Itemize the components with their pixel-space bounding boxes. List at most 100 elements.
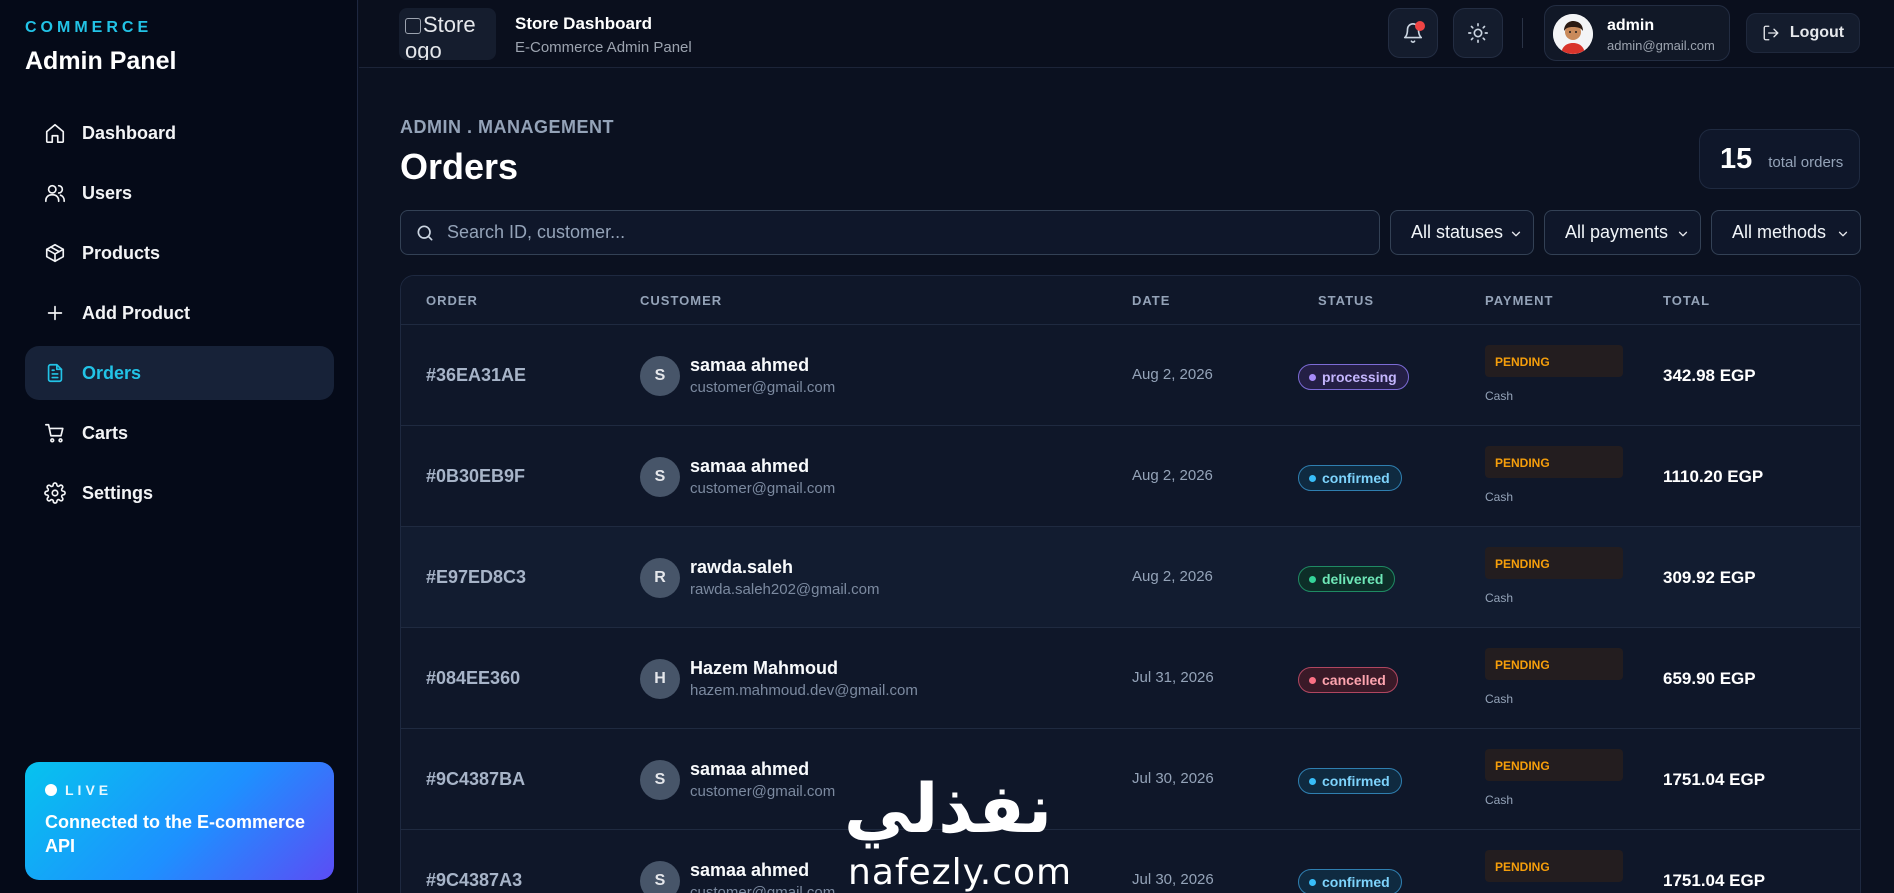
table-row[interactable]: #E97ED8C3 Rrawda.saleh rawda.saleh202@gmai… <box>401 527 1860 628</box>
table-row[interactable]: #0B30EB9F Ssamaa ahmed customer@gmail.com A… <box>401 426 1860 527</box>
status-label: cancelled <box>1322 672 1386 688</box>
customer-name: rawda.saleh <box>690 557 794 577</box>
status-badge: processing <box>1298 364 1409 390</box>
payment-status-badge: PENDING <box>1485 850 1623 882</box>
table-header: ORDER CUSTOMER DATE STATUS PAYMENT TOTAL <box>401 276 1860 325</box>
sidebar-item-carts[interactable]: Carts <box>25 406 334 460</box>
table-row[interactable]: #36EA31AE Ssamaa ahmed customer@gmail.com A… <box>401 325 1860 426</box>
divider <box>1522 18 1523 48</box>
payment-method: Cash <box>1485 389 1514 403</box>
customer-name: samaa ahmed <box>690 456 810 476</box>
payment-method: Cash <box>1485 692 1514 706</box>
payment-filter-select[interactable]: All payments <box>1544 210 1701 255</box>
chevron-down-icon <box>1509 225 1523 239</box>
order-total: 342.98 EGP <box>1663 366 1756 385</box>
customer-name: samaa ahmed <box>690 759 810 779</box>
sidebar-item-settings[interactable]: Settings <box>25 466 334 520</box>
sidebar-item-dashboard[interactable]: Dashboard <box>25 106 334 160</box>
customer-name: samaa ahmed <box>690 355 810 375</box>
column-header-total: TOTAL <box>1663 293 1711 308</box>
notifications-button[interactable] <box>1388 8 1438 58</box>
table-body: #36EA31AE Ssamaa ahmed customer@gmail.com A… <box>401 325 1860 893</box>
payment-filter-value: All payments <box>1565 222 1669 242</box>
status-badge: confirmed <box>1298 465 1402 491</box>
customer-avatar: H <box>640 659 680 699</box>
customer-email: customer@gmail.com <box>690 783 836 800</box>
home-icon <box>44 122 66 144</box>
sun-icon <box>1468 23 1488 43</box>
user-email: admin@gmail.com <box>1607 38 1715 53</box>
sidebar-item-label: Orders <box>82 362 142 383</box>
status-label: confirmed <box>1322 773 1390 789</box>
logout-label: Logout <box>1789 24 1845 41</box>
total-orders-card: 15 total orders <box>1699 129 1860 189</box>
order-date: Jul 30, 2026 <box>1132 871 1214 888</box>
search-input[interactable] <box>447 222 1347 243</box>
box-icon <box>44 242 66 264</box>
order-date: Jul 31, 2026 <box>1132 669 1214 686</box>
status-badge: delivered <box>1298 566 1396 592</box>
status-label: processing <box>1322 369 1397 385</box>
theme-toggle-button[interactable] <box>1453 8 1503 58</box>
avatar <box>1553 14 1593 54</box>
status-dot-icon <box>1309 575 1316 583</box>
status-label: confirmed <box>1322 470 1390 486</box>
order-id[interactable]: #E97ED8C3 <box>426 567 526 588</box>
column-header-order: ORDER <box>426 293 478 308</box>
store-logo: Store ogo <box>399 8 496 60</box>
payment-method: Cash <box>1485 591 1514 605</box>
sidebar-nav: Dashboard Users Products Add Product Ord… <box>25 106 334 526</box>
live-dot-icon <box>45 784 57 796</box>
order-id[interactable]: #36EA31AE <box>426 365 526 386</box>
sidebar-item-users[interactable]: Users <box>25 166 334 220</box>
top-bar: Store ogo Store Dashboard E-Commerce Adm… <box>359 0 1894 68</box>
order-total: 309.92 EGP <box>1663 568 1756 587</box>
customer-avatar: S <box>640 760 680 800</box>
column-header-customer: CUSTOMER <box>640 293 723 308</box>
search-box <box>400 210 1380 255</box>
table-row[interactable]: #9C4387BA Ssamaa ahmed customer@gmail.com J… <box>401 729 1860 830</box>
users-icon <box>44 182 66 204</box>
page-eyebrow: ADMIN . MANAGEMENT <box>400 117 614 137</box>
page-title: Orders <box>400 146 519 187</box>
status-label: confirmed <box>1322 874 1390 890</box>
sidebar-item-label: Carts <box>82 422 129 443</box>
order-total: 659.90 EGP <box>1663 669 1756 688</box>
status-label: delivered <box>1322 571 1384 587</box>
order-id[interactable]: #9C4387A3 <box>426 870 522 891</box>
user-name: admin <box>1607 17 1655 34</box>
search-icon <box>417 225 433 240</box>
total-orders-label: total orders <box>1768 153 1844 171</box>
sidebar-item-orders[interactable]: Orders <box>25 346 334 400</box>
status-dot-icon <box>1309 777 1316 785</box>
payment-status-badge: PENDING <box>1485 547 1623 579</box>
payment-status-badge: PENDING <box>1485 648 1623 680</box>
method-filter-select[interactable]: All methods <box>1711 210 1861 255</box>
table-row[interactable]: #9C4387A3 Ssamaa ahmed customer@gmail.com J… <box>401 830 1860 893</box>
order-total: 1751.04 EGP <box>1663 871 1766 890</box>
order-id[interactable]: #084EE360 <box>426 668 520 689</box>
status-dot-icon <box>1309 878 1316 886</box>
table-row[interactable]: #084EE360 H Hazem Mahmoud hazem.mahmoud.dev… <box>401 628 1860 729</box>
sidebar-item-add-product[interactable]: Add Product <box>25 286 334 340</box>
sidebar-item-products[interactable]: Products <box>25 226 334 280</box>
logout-icon <box>1763 25 1779 41</box>
orders-table: ORDER CUSTOMER DATE STATUS PAYMENT TOTAL… <box>400 275 1861 893</box>
order-id[interactable]: #9C4387BA <box>426 769 525 790</box>
order-total: 1110.20 EGP <box>1663 467 1764 486</box>
user-menu[interactable]: admin admin@gmail.com <box>1544 5 1730 61</box>
status-dot-icon <box>1309 474 1316 482</box>
method-filter-value: All methods <box>1732 222 1827 242</box>
chevron-down-icon <box>1836 225 1850 239</box>
sidebar-item-label: Users <box>82 182 133 203</box>
sidebar: COMMERCE Admin Panel Dashboard Users Pro… <box>0 0 358 893</box>
sidebar-item-label: Products <box>82 242 161 263</box>
customer-avatar: R <box>640 558 680 598</box>
order-id[interactable]: #0B30EB9F <box>426 466 525 487</box>
logout-button[interactable]: Logout <box>1746 13 1860 53</box>
status-dot-icon <box>1309 373 1316 381</box>
cart-icon <box>44 422 66 444</box>
customer-email: customer@gmail.com <box>690 480 836 497</box>
status-filter-select[interactable]: All statuses <box>1390 210 1534 255</box>
payment-status-badge: PENDING <box>1485 749 1623 781</box>
